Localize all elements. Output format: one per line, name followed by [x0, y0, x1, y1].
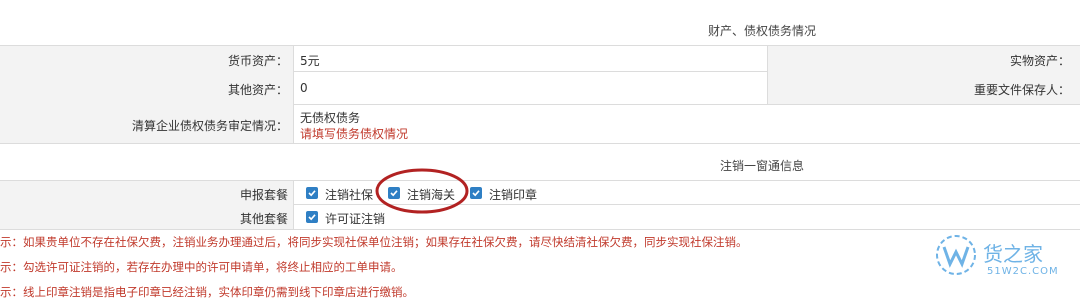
- tip-social-insurance: 示：如果贵单位不存在社保欠费，注销业务办理通过后，将同步实现社保单位注销；如果存…: [0, 235, 748, 249]
- fill-debt-link[interactable]: 请填写债务债权情况: [300, 125, 408, 142]
- tip-license: 示：勾选许可证注销的，若存在办理中的许可申请单，将终止相应的工单申请。: [0, 260, 403, 274]
- social-insurance-checkbox[interactable]: [306, 187, 318, 199]
- watermark-site: 51W2C.COM: [987, 266, 1059, 277]
- debt-review-label: 清算企业债权债务审定情况：: [131, 119, 288, 133]
- other-package-label: 其他套餐: [239, 212, 288, 226]
- other-assets-label: 其他资产：: [227, 83, 288, 97]
- watermark-w-icon: [936, 235, 976, 275]
- watermark-brand: 货之家: [983, 242, 1043, 266]
- one-window-section-title: 注销一窗通信息: [720, 159, 805, 173]
- declare-package-label: 申报套餐: [239, 188, 288, 202]
- physical-assets-label: 实物资产：: [1009, 54, 1070, 68]
- license-cancel-checkbox[interactable]: [306, 211, 318, 223]
- other-assets-value: 0: [300, 81, 308, 95]
- monetary-assets-value: 5元: [300, 54, 320, 68]
- watermark-logo: 货之家 51W2C.COM: [935, 228, 1075, 288]
- social-insurance-option-label[interactable]: 注销社保: [325, 186, 373, 203]
- seal-checkbox[interactable]: [470, 187, 482, 199]
- seal-option-label[interactable]: 注销印章: [489, 186, 537, 203]
- document-keeper-label: 重要文件保存人：: [973, 83, 1070, 97]
- annotation-circle: [375, 168, 469, 214]
- monetary-assets-label: 货币资产：: [227, 54, 288, 68]
- debt-review-value: 无债权债务: [300, 111, 361, 125]
- assets-section-title: 财产、债权债务情况: [708, 24, 817, 38]
- license-cancel-option-label[interactable]: 许可证注销: [325, 210, 385, 227]
- tip-seal: 示：线上印章注销是指电子印章已经注销，实体印章仍需到线下印章店进行缴销。: [0, 285, 414, 299]
